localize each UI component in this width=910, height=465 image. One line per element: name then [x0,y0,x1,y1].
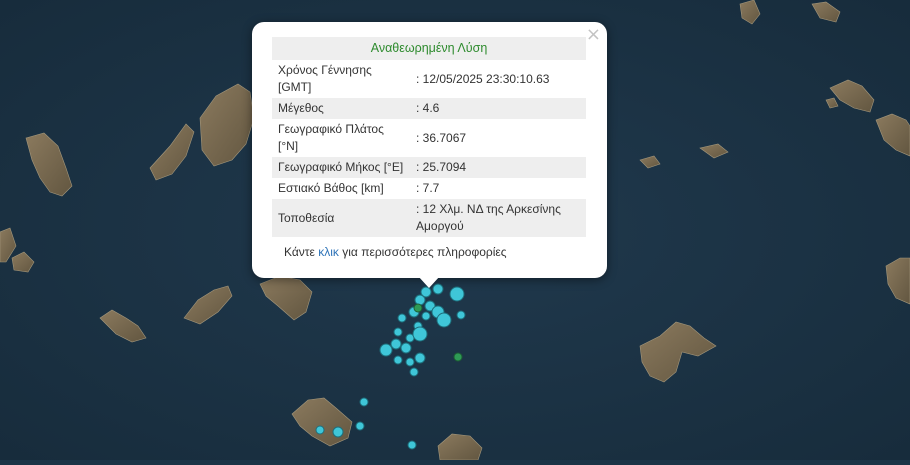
earthquake-marker [393,355,403,365]
latitude-label: Γεωγραφικό Πλάτος [°N] [278,122,384,153]
magnitude-value: : 4.6 [412,98,586,119]
table-row: Χρόνος Γέννησης [GMT] : 12/05/2025 23:30… [272,60,586,98]
earthquake-marker [412,326,428,342]
earthquake-marker [414,352,426,364]
earthquake-marker [407,440,417,450]
earthquake-marker [414,294,426,306]
more-info-line: Κάντε κλικ για περισσότερες πληροφορίες [284,245,507,259]
longitude-value: : 25.7094 [412,157,586,178]
earthquake-marker [436,312,452,328]
table-row: Γεωγραφικό Πλάτος [°N] : 36.7067 [272,119,586,157]
latitude-value: : 36.7067 [416,130,467,145]
earthquake-marker [390,338,402,350]
earthquake-marker [397,313,407,323]
popup-title-row: Αναθεωρημένη Λύση [272,37,586,60]
more-info-link[interactable]: κλικ [318,245,339,259]
table-row: Τοποθεσία : 12 Χλμ. ΝΔ της Αρκεσίνης Αμο… [272,199,586,237]
earthquake-marker [355,421,365,431]
earthquake-marker-highlight [453,352,463,362]
earthquake-marker [400,342,412,354]
earthquake-marker [456,310,466,320]
earthquake-marker [409,367,419,377]
table-row: Μέγεθος : 4.6 [272,98,586,119]
table-row: Εστιακό Βάθος [km] : 7.7 [272,178,586,199]
depth-value: : 7.7 [416,181,440,195]
more-info-prefix: Κάντε [284,245,315,259]
magnitude-label: Μέγεθος [272,98,412,119]
location-label: Τοποθεσία [272,199,412,237]
more-info-suffix: για περισσότερες πληροφορίες [342,245,507,259]
longitude-label: Γεωγραφικό Μήκος [°E] [272,157,412,178]
earthquake-details-table: Αναθεωρημένη Λύση Χρόνος Γέννησης [GMT] … [272,37,586,237]
earthquake-marker [315,425,325,435]
earthquake-marker-highlight [413,303,423,313]
close-icon[interactable]: × [586,26,601,44]
origin-time-value: : 12/05/2025 23:30:10.63 [416,71,550,86]
table-row: Γεωγραφικό Μήκος [°E] : 25.7094 [272,157,586,178]
depth-label: Εστιακό Βάθος [km] [278,181,384,195]
earthquake-marker [379,343,393,357]
origin-time-label: Χρόνος Γέννησης [GMT] [278,63,372,94]
earthquake-marker [359,397,369,407]
earthquake-marker [449,286,465,302]
earthquake-marker [332,426,344,438]
location-value: : 12 Χλμ. ΝΔ της Αρκεσίνης Αμοργού [412,199,586,237]
earthquake-info-popup: × Αναθεωρημένη Λύση Χρόνος Γέννησης [GMT… [252,22,607,278]
earthquake-marker [421,311,431,321]
earthquake-marker [405,357,415,367]
popup-title: Αναθεωρημένη Λύση [272,37,586,60]
popup-pointer [418,276,440,288]
earthquake-marker [393,327,403,337]
